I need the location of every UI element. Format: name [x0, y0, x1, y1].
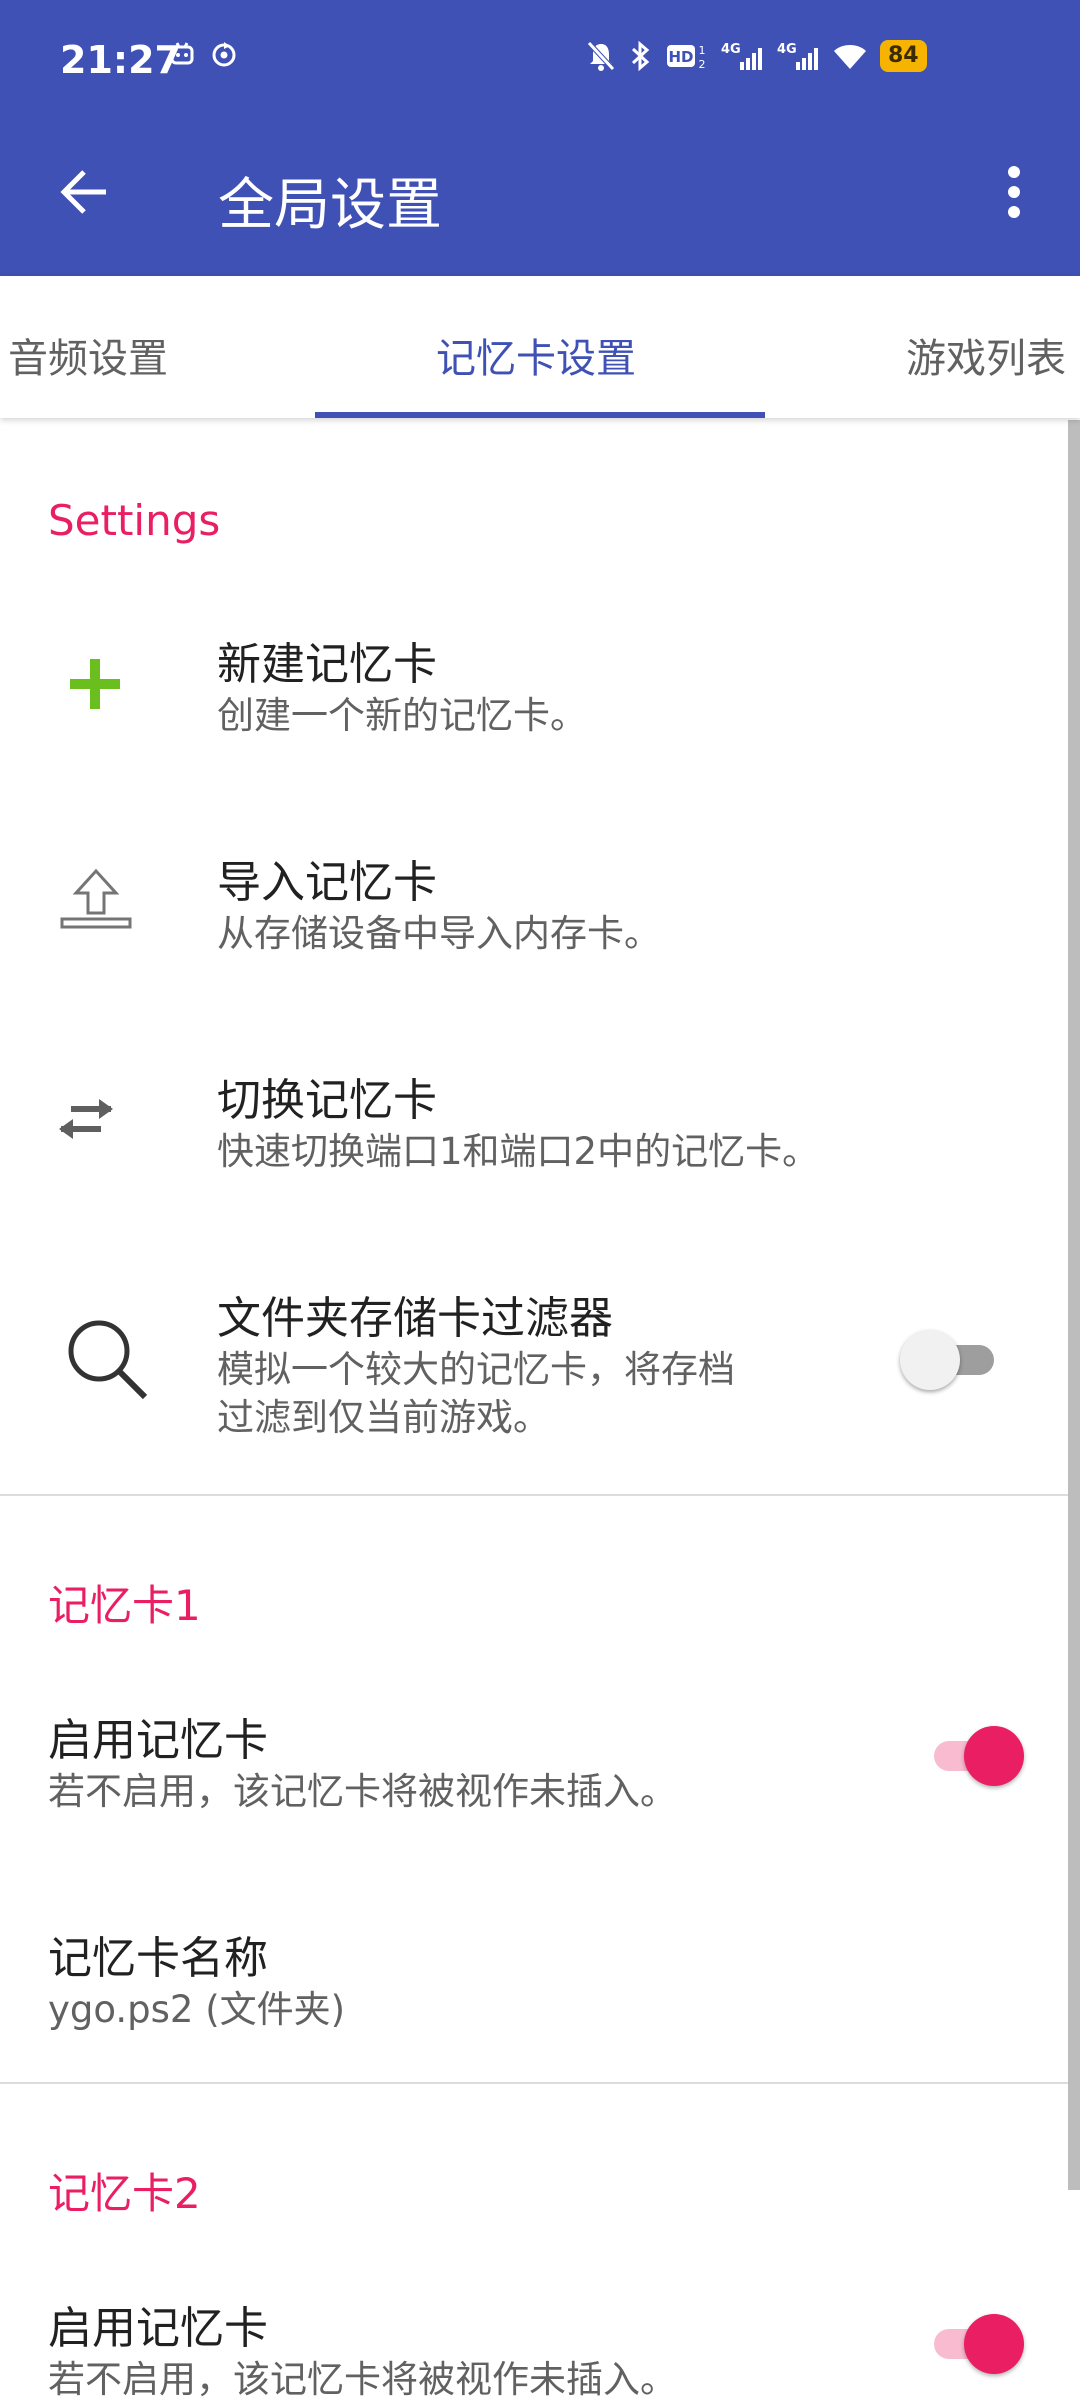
status-notification-icons	[168, 40, 238, 72]
item-title: 导入记忆卡	[217, 857, 437, 908]
item-subtitle: 若不启用，该记忆卡将被视作未插入。	[48, 2358, 677, 2401]
enable-card2-switch[interactable]	[924, 2314, 1024, 2374]
item-title: 文件夹存储卡过滤器	[217, 1293, 613, 1344]
app-bar: 21:27 HD 1 2 4G 4G 84 全局设置	[0, 0, 1080, 276]
card1-name-value: ygo.ps2 (文件夹)	[48, 1988, 346, 2031]
item-subtitle: 创建一个新的记忆卡。	[217, 694, 587, 737]
signal-4g-icon: 4G	[776, 40, 820, 72]
section-header-settings: Settings	[48, 496, 221, 545]
svg-text:4G: 4G	[777, 42, 797, 57]
item-subtitle: 若不启用，该记忆卡将被视作未插入。	[48, 1770, 677, 1813]
more-options-button[interactable]	[984, 152, 1044, 232]
section-header-card2: 记忆卡2	[48, 2169, 201, 2218]
scrollbar[interactable]	[1068, 420, 1080, 2190]
folder-filter-switch[interactable]	[900, 1330, 1000, 1390]
more-vert-icon	[1008, 166, 1020, 218]
swap-icon	[56, 1094, 116, 1144]
item-title: 记忆卡名称	[48, 1933, 268, 1984]
signal-4g-icon: 4G	[720, 40, 764, 72]
tab-indicator	[315, 412, 765, 418]
bluetooth-icon	[628, 40, 654, 72]
section-header-card1: 记忆卡1	[48, 1581, 201, 1630]
svg-text:HD: HD	[668, 48, 693, 66]
item-subtitle: 从存储设备中导入内存卡。	[217, 912, 661, 955]
tab-game-list[interactable]: 游戏列表	[906, 326, 1066, 384]
status-system-icons: HD 1 2 4G 4G 84	[586, 40, 927, 72]
divider	[0, 2082, 1068, 2084]
hd-icon: HD 1 2	[666, 40, 708, 72]
sync-icon	[210, 40, 238, 72]
svg-text:2: 2	[699, 58, 706, 71]
upload-icon	[56, 866, 136, 934]
item-title: 启用记忆卡	[48, 1715, 268, 1766]
back-button[interactable]	[44, 152, 124, 232]
notification-icon	[168, 40, 196, 72]
tab-bar: 音频设置 记忆卡设置 游戏列表	[0, 276, 1080, 418]
svg-text:4G: 4G	[721, 42, 741, 57]
page-title: 全局设置	[218, 173, 442, 238]
item-title: 新建记忆卡	[217, 639, 437, 690]
arrow-left-icon	[60, 170, 106, 214]
search-icon	[62, 1314, 152, 1404]
divider	[0, 1494, 1068, 1496]
item-subtitle: 快速切换端口1和端口2中的记忆卡。	[217, 1130, 820, 1173]
item-subtitle-line2: 过滤到仅当前游戏。	[217, 1396, 550, 1439]
mute-icon	[586, 40, 616, 72]
tab-memory-card-settings[interactable]: 记忆卡设置	[436, 326, 636, 384]
tab-audio-settings[interactable]: 音频设置	[8, 326, 168, 384]
status-time: 21:27	[60, 38, 181, 82]
switch-thumb	[964, 2314, 1024, 2374]
wifi-icon	[832, 40, 868, 72]
enable-card1-switch[interactable]	[924, 1726, 1024, 1786]
switch-thumb	[964, 1726, 1024, 1786]
item-subtitle-line1: 模拟一个较大的记忆卡，将存档	[217, 1348, 735, 1391]
battery-icon: 84	[880, 40, 927, 72]
switch-thumb	[900, 1330, 960, 1390]
item-title: 切换记忆卡	[217, 1075, 437, 1126]
item-title: 启用记忆卡	[48, 2303, 268, 2354]
plus-icon	[58, 652, 132, 716]
svg-text:1: 1	[699, 44, 706, 57]
